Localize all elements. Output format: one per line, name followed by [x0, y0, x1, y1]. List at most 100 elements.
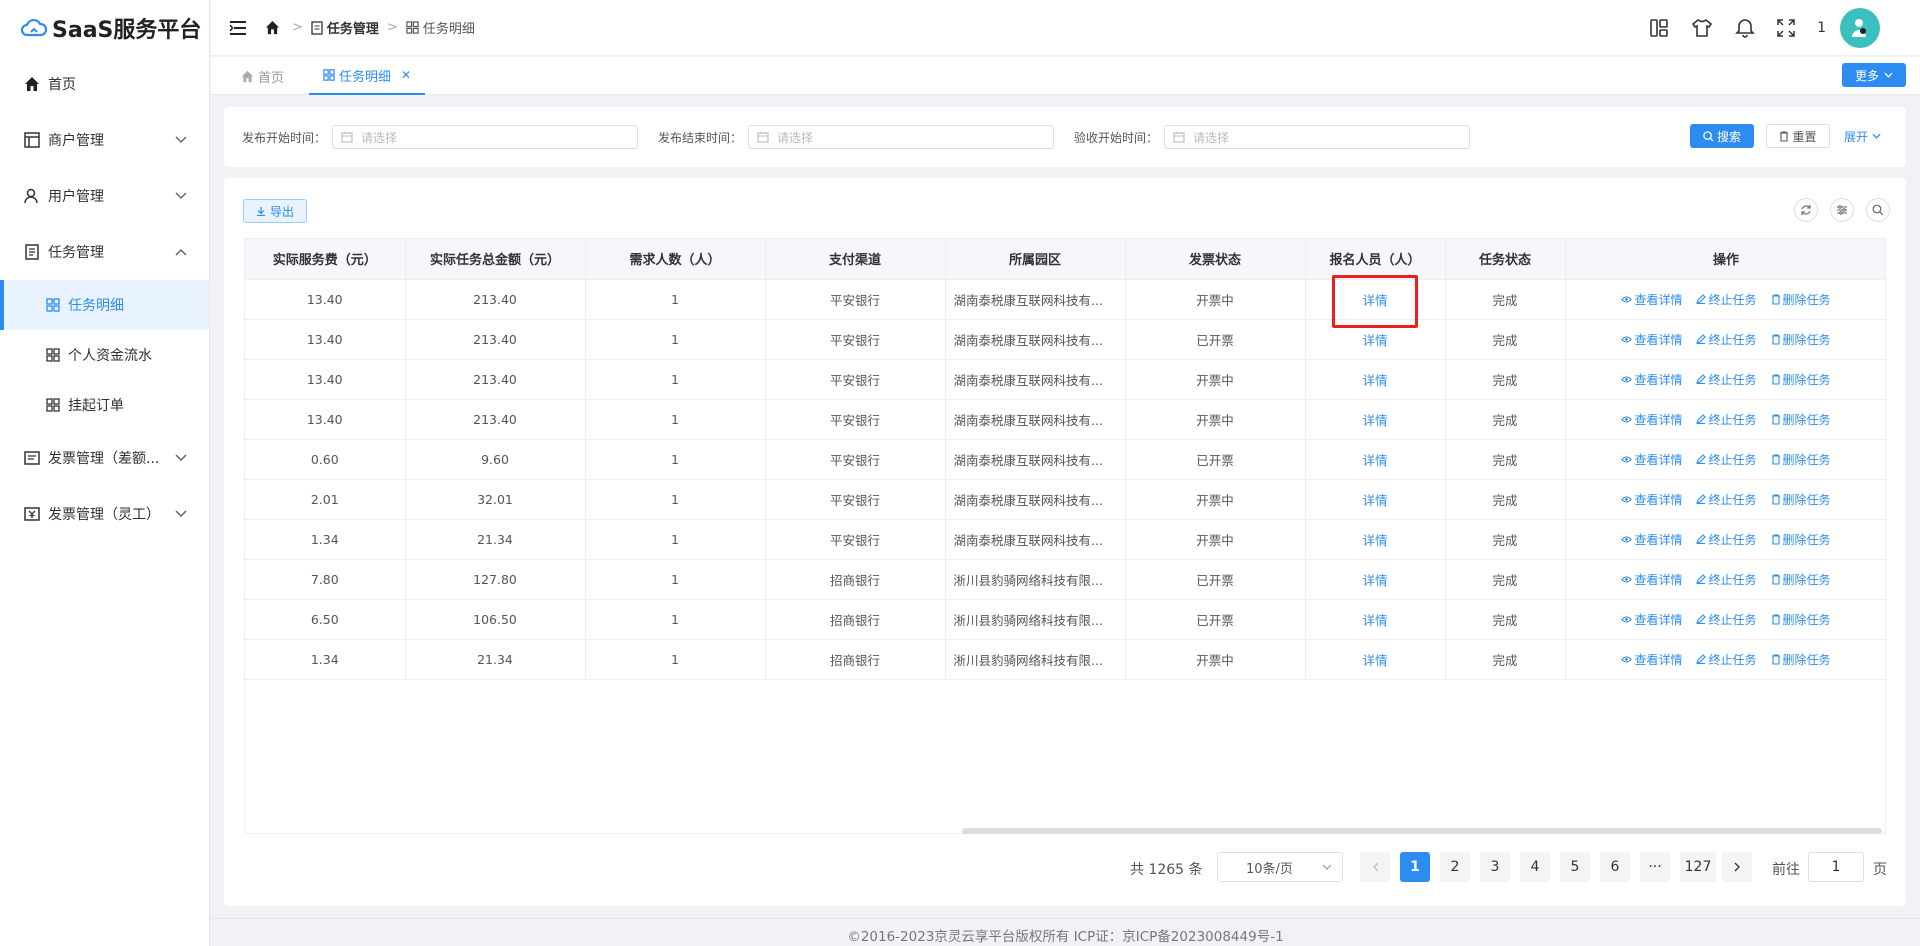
breadcrumb-task-management[interactable]: 任务管理	[311, 18, 379, 37]
signup-detail-link[interactable]: 详情	[1362, 533, 1387, 548]
reset-button[interactable]: 重置	[1766, 124, 1830, 148]
expand-button[interactable]: 展开	[1844, 124, 1881, 148]
sidebar-subitem-task-detail[interactable]: 任务明细	[0, 280, 209, 330]
terminate-task-button[interactable]: 终止任务	[1696, 571, 1757, 588]
view-detail-button[interactable]: 查看详情	[1621, 611, 1682, 628]
breadcrumb: > 任务管理 > 任务明细	[265, 18, 475, 37]
next-page-button[interactable]	[1722, 852, 1752, 882]
terminate-task-button[interactable]: 终止任务	[1696, 371, 1757, 388]
table-cell: 开票中	[1125, 279, 1306, 320]
breadcrumb-home[interactable]	[265, 20, 284, 35]
view-detail-button[interactable]: 查看详情	[1621, 371, 1682, 388]
sidebar-item-invoice-flex[interactable]: 发票管理（灵工）	[0, 486, 209, 542]
app-logo[interactable]: SaaS服务平台	[0, 0, 209, 56]
view-detail-button[interactable]: 查看详情	[1621, 491, 1682, 508]
search-icon[interactable]	[1866, 198, 1890, 222]
table-cell: 招商银行	[765, 599, 946, 640]
prev-page-button[interactable]	[1360, 852, 1390, 882]
delete-task-button[interactable]: 删除任务	[1771, 371, 1831, 388]
column-header: 发票状态	[1125, 239, 1306, 280]
sidebar-subitem-pending-orders[interactable]: 挂起订单	[0, 380, 209, 430]
table-cell: 完成	[1445, 519, 1566, 560]
breadcrumb-task-detail: 任务明细	[406, 18, 475, 37]
page-button[interactable]: 6	[1600, 852, 1630, 882]
publish-end-date-picker[interactable]: 请选择	[748, 125, 1055, 149]
page-ellipsis[interactable]: ···	[1640, 852, 1670, 882]
view-detail-button[interactable]: 查看详情	[1621, 451, 1682, 468]
horizontal-scrollbar[interactable]	[962, 828, 1882, 834]
terminate-task-button[interactable]: 终止任务	[1696, 331, 1757, 348]
user-avatar-icon	[1852, 19, 1866, 37]
page-button[interactable]: 2	[1440, 852, 1470, 882]
delete-task-button[interactable]: 删除任务	[1771, 451, 1831, 468]
view-detail-button[interactable]: 查看详情	[1621, 531, 1682, 548]
sidebar-item-merchant[interactable]: 商户管理	[0, 112, 209, 168]
fullscreen-icon[interactable]	[1777, 19, 1795, 37]
delete-task-button[interactable]: 删除任务	[1771, 291, 1831, 308]
view-detail-button[interactable]: 查看详情	[1621, 291, 1682, 308]
signup-detail-link[interactable]: 详情	[1362, 493, 1387, 508]
table-row: 2.01 32.01 1 平安银行 湖南泰税康互联网科技有... 开票中 详情 完成 查看详情终…	[245, 479, 1885, 520]
signup-detail-link[interactable]: 详情	[1362, 373, 1387, 388]
sidebar-subitem-fund-flow[interactable]: 个人资金流水	[0, 330, 209, 380]
page-button[interactable]: 4	[1520, 852, 1550, 882]
terminate-task-button[interactable]: 终止任务	[1696, 411, 1757, 428]
close-icon[interactable]: ✕	[401, 68, 411, 82]
delete-task-button[interactable]: 删除任务	[1771, 651, 1831, 668]
terminate-task-button[interactable]: 终止任务	[1696, 531, 1757, 548]
view-detail-button[interactable]: 查看详情	[1621, 571, 1682, 588]
delete-task-button[interactable]: 删除任务	[1771, 411, 1831, 428]
terminate-task-button[interactable]: 终止任务	[1696, 291, 1757, 308]
accept-start-date-picker[interactable]: 请选择	[1164, 125, 1471, 149]
delete-task-button[interactable]: 删除任务	[1771, 571, 1831, 588]
sidebar-item-home[interactable]: 首页	[0, 56, 209, 112]
delete-task-button[interactable]: 删除任务	[1771, 611, 1831, 628]
terminate-task-button[interactable]: 终止任务	[1696, 491, 1757, 508]
page-size-select[interactable]: 10条/页	[1217, 852, 1343, 882]
signup-detail-link[interactable]: 详情	[1362, 333, 1387, 348]
table-cell: 已开票	[1125, 599, 1306, 640]
avatar[interactable]	[1840, 8, 1880, 48]
layout-icon[interactable]	[1649, 18, 1669, 38]
terminate-task-button[interactable]: 终止任务	[1696, 451, 1757, 468]
table-cell: 平安银行	[765, 519, 946, 560]
page-button[interactable]: 1	[1400, 852, 1430, 882]
more-button[interactable]: 更多	[1842, 63, 1906, 87]
bell-icon[interactable]	[1735, 18, 1756, 38]
home-icon	[265, 20, 280, 35]
signup-detail-link[interactable]: 详情	[1362, 573, 1387, 588]
page-button[interactable]: 127	[1680, 852, 1716, 882]
view-detail-button[interactable]: 查看详情	[1621, 411, 1682, 428]
table-cell: 平安银行	[765, 359, 946, 400]
sidebar-item-users[interactable]: 用户管理	[0, 168, 209, 224]
page-button[interactable]: 3	[1480, 852, 1510, 882]
trash-icon	[1771, 453, 1780, 465]
delete-task-button[interactable]: 删除任务	[1771, 491, 1831, 508]
terminate-task-button[interactable]: 终止任务	[1696, 651, 1757, 668]
export-button[interactable]: 导出	[243, 199, 307, 223]
column-settings-icon[interactable]	[1830, 198, 1854, 222]
delete-task-button[interactable]: 删除任务	[1771, 531, 1831, 548]
search-button[interactable]: 搜索	[1690, 124, 1754, 148]
sidebar-item-invoice-diff[interactable]: 发票管理（差额...	[0, 430, 209, 486]
table-cell: 完成	[1445, 439, 1566, 480]
signup-detail-link[interactable]: 详情	[1362, 613, 1387, 628]
table-cell-actions: 查看详情 终止任务 删除任务	[1565, 399, 1885, 440]
view-detail-button[interactable]: 查看详情	[1621, 331, 1682, 348]
signup-detail-link[interactable]: 详情	[1362, 653, 1387, 668]
signup-detail-link[interactable]: 详情	[1362, 413, 1387, 428]
publish-start-date-picker[interactable]: 请选择	[332, 125, 639, 149]
refresh-icon[interactable]	[1794, 198, 1818, 222]
tab-task-detail[interactable]: 任务明细 ✕	[309, 57, 426, 95]
signup-detail-link[interactable]: 详情	[1362, 453, 1387, 468]
page-button[interactable]: 5	[1560, 852, 1590, 882]
goto-page-input[interactable]: 1	[1808, 852, 1864, 882]
terminate-task-button[interactable]: 终止任务	[1696, 611, 1757, 628]
view-detail-button[interactable]: 查看详情	[1621, 651, 1682, 668]
theme-shirt-icon[interactable]	[1691, 18, 1713, 38]
delete-task-button[interactable]: 删除任务	[1771, 331, 1831, 348]
sidebar-item-tasks[interactable]: 任务管理	[0, 224, 209, 280]
eye-icon	[1621, 495, 1633, 503]
menu-toggle-icon[interactable]	[229, 20, 247, 36]
tab-home[interactable]: 首页	[241, 57, 284, 95]
